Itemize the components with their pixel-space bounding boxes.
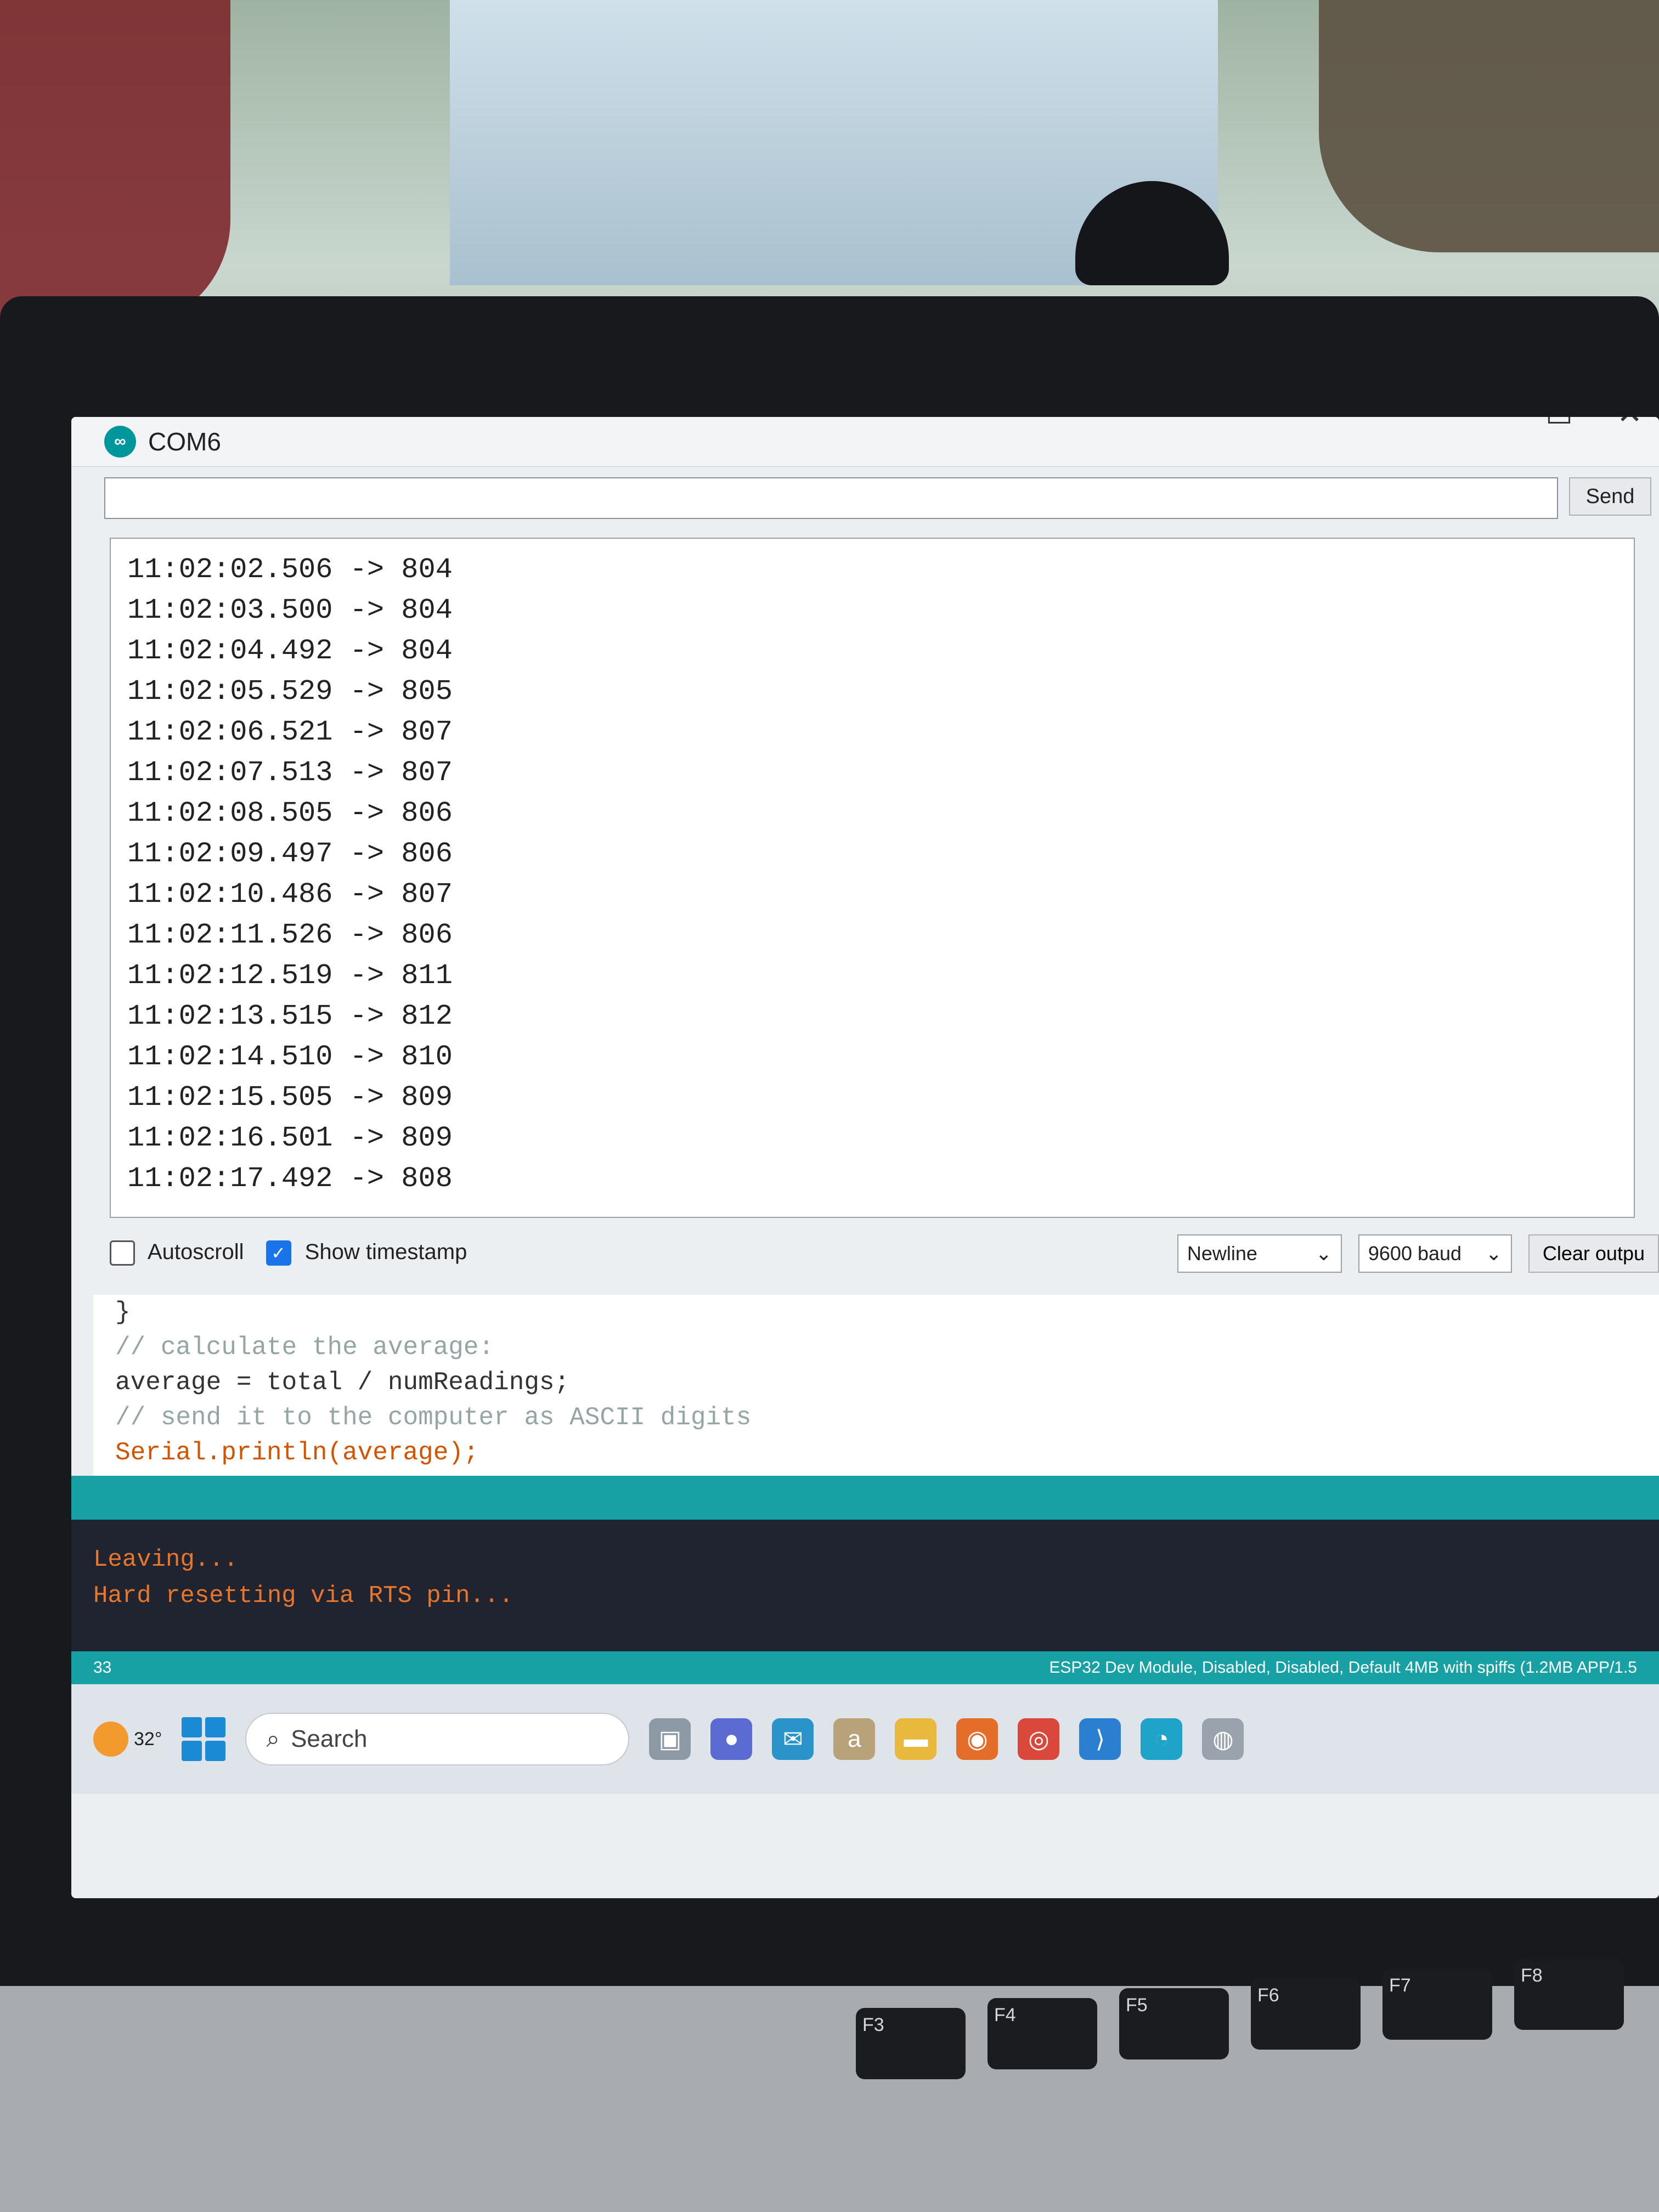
code-editor[interactable]: } // calculate the average: average = tota…	[93, 1295, 1659, 1537]
key-f3[interactable]: F3	[856, 2008, 966, 2079]
window-controls: — ☐ ✕	[1471, 417, 1643, 431]
file-explorer-icon[interactable]: ▬	[895, 1718, 937, 1760]
serial-output-line: 11:02:16.501 -> 809	[127, 1122, 453, 1154]
taskbar-search[interactable]: ⌕ Search	[245, 1713, 630, 1765]
close-icon[interactable]: ✕	[1617, 417, 1643, 431]
serial-output-line: 11:02:04.492 -> 804	[127, 635, 453, 667]
code-line: // send it to the computer as ASCII digi…	[115, 1403, 752, 1432]
windows-taskbar: 32° ⌕ Search ▣ ● ✉ a ▬ ◉ ◎ ⟩ ◔ ◍	[71, 1684, 1659, 1794]
whatsapp-icon[interactable]: ◍	[1202, 1718, 1244, 1760]
code-line: average = total / numReadings;	[115, 1368, 570, 1397]
autoscroll-option[interactable]: Autoscroll	[110, 1240, 244, 1266]
task-view-icon[interactable]: ▣	[649, 1718, 691, 1760]
windows-start-icon[interactable]	[182, 1717, 226, 1761]
arduino-logo-icon: ∞	[104, 426, 136, 458]
serial-output-line: 11:02:17.492 -> 808	[127, 1163, 453, 1195]
chat-icon[interactable]: ●	[710, 1718, 753, 1760]
key-f5[interactable]: F5	[1119, 1988, 1229, 2059]
clear-output-button[interactable]: Clear outpu	[1528, 1234, 1659, 1273]
background-person-left	[0, 0, 230, 329]
amazon-icon[interactable]: a	[833, 1718, 876, 1760]
weather-sun-icon	[93, 1722, 128, 1757]
serial-output-line: 11:02:03.500 -> 804	[127, 594, 453, 627]
firefox-icon[interactable]: ◉	[956, 1718, 998, 1760]
temperature: 32°	[134, 1728, 162, 1750]
send-button[interactable]: Send	[1569, 477, 1651, 516]
baud-rate-value: 9600 baud	[1368, 1242, 1462, 1265]
key-f7[interactable]: F7	[1383, 1968, 1492, 2040]
baud-rate-select[interactable]: 9600 baud ⌄	[1358, 1234, 1512, 1273]
line-number: 33	[93, 1658, 112, 1677]
serial-output-line: 11:02:09.497 -> 806	[127, 838, 453, 870]
chevron-down-icon: ⌄	[1315, 1242, 1332, 1265]
autoscroll-label: Autoscroll	[147, 1240, 244, 1264]
serial-output-line: 11:02:14.510 -> 810	[127, 1041, 453, 1073]
board-info: ESP32 Dev Module, Disabled, Disabled, De…	[1049, 1658, 1637, 1677]
serial-output-line: 11:02:10.486 -> 807	[127, 878, 453, 911]
serial-output-line: 11:02:06.521 -> 807	[127, 716, 453, 748]
chrome-icon[interactable]: ◎	[1018, 1718, 1060, 1760]
code-line: Serial.println(average);	[115, 1438, 479, 1467]
timestamp-option[interactable]: ✓ Show timestamp	[266, 1240, 467, 1266]
minimize-icon[interactable]: —	[1471, 417, 1502, 431]
mail-icon[interactable]: ✉	[772, 1718, 814, 1760]
background-person-right	[1319, 0, 1659, 252]
serial-output-line: 11:02:15.505 -> 809	[127, 1081, 453, 1114]
autoscroll-checkbox[interactable]	[110, 1240, 135, 1266]
key-f8[interactable]: F8	[1514, 1959, 1624, 2030]
weather-widget[interactable]: 32°	[93, 1722, 162, 1757]
serial-output-line: 11:02:08.505 -> 806	[127, 797, 453, 830]
vscode-icon[interactable]: ⟩	[1079, 1718, 1121, 1760]
search-icon: ⌕	[266, 1725, 280, 1752]
serial-output-line: 11:02:07.513 -> 807	[127, 757, 453, 789]
code-line: }	[115, 1298, 131, 1327]
serial-output-line: 11:02:02.506 -> 804	[127, 554, 453, 586]
monitor-options: Newline ⌄ 9600 baud ⌄ Clear outpu	[1177, 1234, 1659, 1273]
send-row: Send	[104, 477, 1651, 521]
output-console: Leaving... Hard resetting via RTS pin...	[71, 1520, 1659, 1651]
console-header-bar	[71, 1476, 1659, 1520]
serial-send-input[interactable]	[104, 477, 1558, 519]
edge-icon[interactable]: ◔	[1141, 1718, 1183, 1760]
serial-output-line: 11:02:12.519 -> 811	[127, 960, 453, 992]
timestamp-label: Show timestamp	[304, 1240, 467, 1264]
maximize-icon[interactable]: ☐	[1545, 417, 1573, 431]
chevron-down-icon: ⌄	[1485, 1242, 1502, 1265]
search-placeholder: Search	[291, 1725, 368, 1752]
serial-monitor-footer: Autoscroll ✓ Show timestamp	[110, 1240, 467, 1266]
serial-output-line: 11:02:11.526 -> 806	[127, 919, 453, 951]
console-line: Leaving...	[93, 1546, 239, 1573]
laptop-keyboard: F3 F4 F5 F6 F7 F8	[0, 1959, 1659, 2212]
serial-output-line: 11:02:13.515 -> 812	[127, 1000, 453, 1032]
line-ending-value: Newline	[1187, 1242, 1257, 1265]
key-f6[interactable]: F6	[1251, 1978, 1361, 2050]
window-title: COM6	[148, 427, 221, 456]
serial-output-area[interactable]: 11:02:02.506 -> 804 11:02:03.500 -> 804 11…	[110, 538, 1635, 1218]
timestamp-checkbox[interactable]: ✓	[266, 1240, 291, 1266]
line-ending-select[interactable]: Newline ⌄	[1177, 1234, 1342, 1273]
serial-output-line: 11:02:05.529 -> 805	[127, 675, 453, 708]
code-line: // calculate the average:	[115, 1333, 494, 1362]
console-line: Hard resetting via RTS pin...	[93, 1582, 514, 1610]
serial-monitor-titlebar: ∞ COM6	[71, 417, 1659, 467]
ide-status-bar: 33 ESP32 Dev Module, Disabled, Disabled,…	[71, 1651, 1659, 1684]
laptop-screen: ∞ COM6 — ☐ ✕ Send 11:02:02.506 -> 80411:…	[71, 417, 1659, 1898]
key-f4[interactable]: F4	[988, 1998, 1097, 2069]
